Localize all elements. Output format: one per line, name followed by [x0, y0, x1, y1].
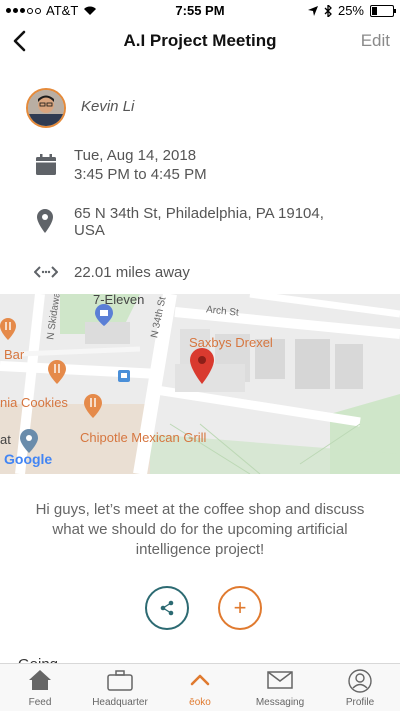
- place-marker-icon[interactable]: [20, 429, 38, 453]
- status-bar: AT&T 7:55 PM 25%: [0, 0, 400, 22]
- share-icon: [160, 600, 174, 616]
- map-label-at: at: [0, 432, 11, 447]
- tab-label: Feed: [28, 697, 52, 708]
- organizer-name: Kevin Li: [81, 98, 135, 115]
- edit-button[interactable]: Edit: [361, 31, 390, 51]
- event-location-pin-icon[interactable]: [190, 348, 214, 384]
- distance-arrows-icon: [34, 266, 58, 278]
- restaurant-marker-icon[interactable]: [84, 394, 102, 418]
- tab-eoko[interactable]: ēoko: [160, 664, 240, 711]
- event-distance: 22.01 miles away: [74, 264, 190, 281]
- tab-profile[interactable]: Profile: [320, 664, 400, 711]
- avatar-image: [28, 90, 64, 126]
- event-address-line1: 65 N 34th St, Philadelphia, PA 19104,: [74, 205, 324, 222]
- battery-percent: 25%: [337, 3, 364, 18]
- tab-bar: Feed Headquarter ēoko Messaging Profile: [0, 663, 400, 711]
- tab-label: ēoko: [189, 697, 211, 708]
- nav-bar: A.I Project Meeting Edit: [0, 22, 400, 62]
- plus-icon: +: [233, 595, 247, 620]
- map-background: [0, 294, 400, 474]
- map-label-saxbys[interactable]: Saxbys Drexel: [189, 335, 273, 350]
- calendar-icon: [36, 154, 56, 175]
- home-icon: [29, 670, 51, 690]
- location-arrow-icon: [307, 5, 318, 16]
- tab-feed[interactable]: Feed: [0, 664, 80, 711]
- tab-label: Headquarter: [92, 697, 148, 708]
- share-button[interactable]: [145, 586, 189, 630]
- transit-icon[interactable]: [118, 370, 130, 382]
- page-title: A.I Project Meeting: [123, 31, 277, 50]
- restaurant-marker-icon[interactable]: [0, 318, 16, 340]
- battery-icon: [370, 4, 396, 17]
- event-date: Tue, Aug 14, 2018: [74, 147, 197, 164]
- map-label-seven-eleven: 7-Eleven: [93, 294, 145, 307]
- map-label-cookies[interactable]: nia Cookies: [0, 395, 68, 410]
- event-time: 3:45 PM to 4:45 PM: [74, 166, 207, 183]
- event-address-line2: USA: [74, 222, 105, 239]
- tab-label: Profile: [345, 697, 375, 708]
- tab-headquarter[interactable]: Headquarter: [80, 664, 160, 711]
- map-view[interactable]: 7-Eleven Arch St N 34th St N Skidaway Sa…: [0, 294, 400, 474]
- bluetooth-icon: [324, 4, 332, 17]
- briefcase-icon: [107, 670, 133, 691]
- chevron-up-icon: [190, 674, 210, 686]
- tab-label: Messaging: [255, 697, 305, 708]
- map-pin-icon: [37, 209, 53, 233]
- map-label-bar[interactable]: Bar: [4, 347, 24, 362]
- map-label-chipotle[interactable]: Chipotle Mexican Grill: [80, 430, 206, 445]
- avatar[interactable]: [26, 88, 66, 128]
- restaurant-marker-icon[interactable]: [48, 360, 66, 384]
- mail-icon: [267, 671, 293, 689]
- tab-messaging[interactable]: Messaging: [240, 664, 320, 711]
- google-logo: Google: [4, 451, 53, 467]
- user-icon: [348, 669, 372, 693]
- store-marker-icon[interactable]: [95, 304, 113, 326]
- add-button[interactable]: +: [218, 586, 262, 630]
- status-right: 25%: [307, 3, 396, 18]
- event-description: Hi guys, let’s meet at the coffee shop a…: [35, 501, 365, 558]
